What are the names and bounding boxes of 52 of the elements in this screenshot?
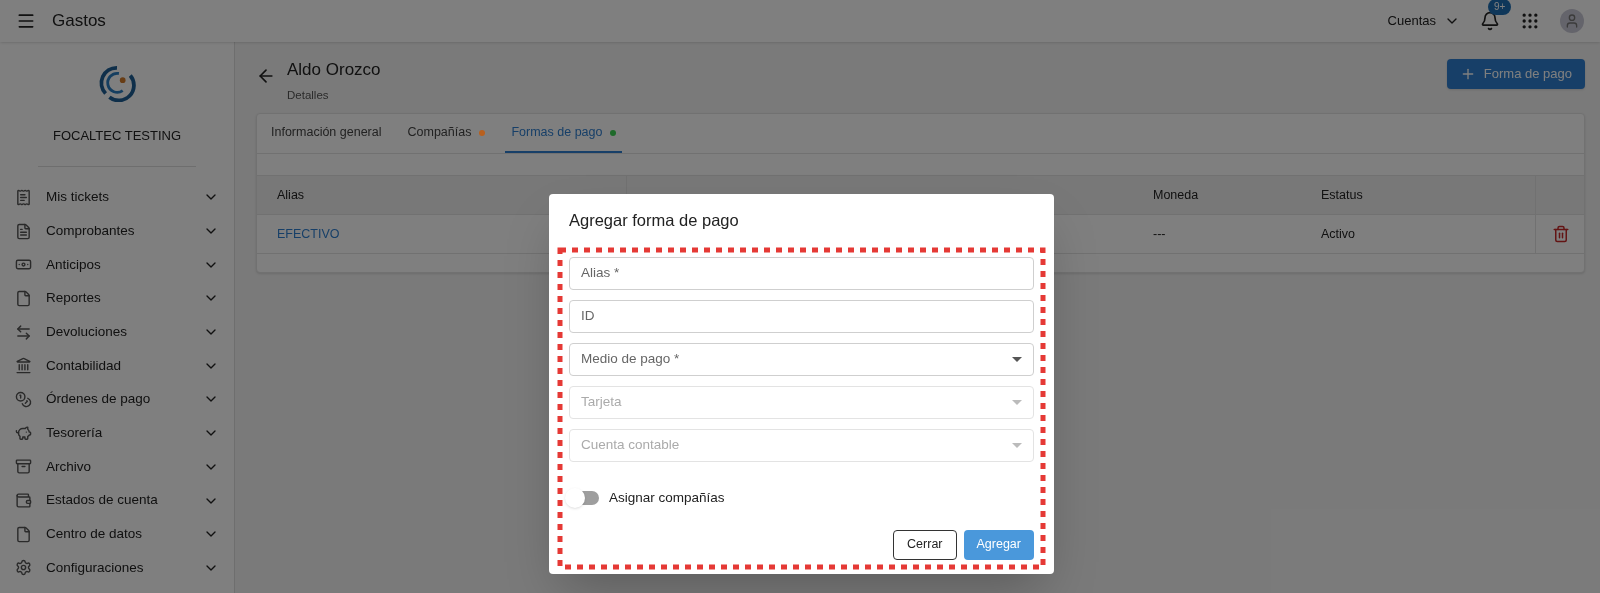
sidebar-item[interactable]: Archivo	[0, 450, 234, 484]
column-header: Moneda	[1152, 186, 1200, 204]
dropdown-icon	[1012, 442, 1022, 448]
notification-badge: 9+	[1488, 0, 1512, 15]
delete-icon[interactable]	[1552, 225, 1570, 243]
settings-icon	[15, 559, 32, 577]
dropdown-icon	[1012, 356, 1022, 362]
sidebar-item[interactable]: Reportes	[0, 281, 234, 316]
toggle-label: Asignar compañías	[609, 488, 725, 507]
dropdown-icon	[1012, 399, 1022, 405]
exchange-icon	[15, 323, 32, 341]
bank-icon	[15, 357, 32, 375]
menu-icon[interactable]	[16, 11, 36, 31]
document-icon	[15, 222, 32, 240]
file-icon	[15, 289, 32, 307]
sidebar-item[interactable]: Devoluciones	[0, 315, 234, 349]
sidebar-item[interactable]: Comprobantes	[0, 214, 234, 248]
table-cell-text: ---	[1152, 225, 1167, 243]
select-field[interactable]: Medio de pago *	[569, 342, 1034, 376]
sidebar-item[interactable]: Tesorería	[0, 416, 234, 450]
page-subtitle: Detalles	[287, 87, 330, 103]
close-button[interactable]: Cerrar	[893, 529, 957, 560]
input-field[interactable]: ID	[569, 299, 1034, 333]
sidebar-item[interactable]: Contabilidad	[0, 348, 234, 383]
tab[interactable]: Formas de pago	[505, 114, 623, 153]
sidebar-item[interactable]: Mis tickets	[0, 180, 234, 215]
app-title: Gastos	[52, 10, 106, 33]
column-header: Estatus	[1320, 186, 1364, 204]
sidebar-item[interactable]: Centro de datos	[0, 517, 234, 552]
tab[interactable]: Compañías	[401, 114, 492, 153]
table-cell-text: Activo	[1320, 225, 1357, 243]
sidebar-item[interactable]: Anticipos	[0, 247, 234, 282]
account-menu[interactable]: Cuentas	[1387, 11, 1460, 31]
sidebar-item[interactable]: Estados de cuenta	[0, 483, 234, 518]
input-field[interactable]: Alias *	[569, 256, 1034, 290]
add-button[interactable]: Agregar	[963, 529, 1034, 560]
piggy-bank-icon	[15, 424, 32, 442]
receipt-icon	[15, 188, 32, 206]
archive-icon	[15, 458, 32, 476]
wallet-icon	[15, 492, 32, 510]
sidebar-item[interactable]: Órdenes de pago	[0, 382, 234, 417]
logo-icon	[98, 64, 136, 102]
add-payment-button[interactable]: Forma de pago	[1446, 59, 1585, 89]
avatar[interactable]	[1560, 9, 1584, 33]
sidebar-item[interactable]: Configuraciones	[0, 551, 234, 585]
company-name: FOCALTEC TESTING	[52, 127, 182, 145]
apps-icon[interactable]	[1520, 11, 1540, 31]
notifications-icon[interactable]	[1480, 11, 1500, 31]
tab[interactable]: Información general	[265, 114, 388, 153]
file-icon	[15, 525, 32, 543]
page-title: Aldo Orozco	[287, 59, 381, 81]
coins-icon	[15, 390, 32, 408]
